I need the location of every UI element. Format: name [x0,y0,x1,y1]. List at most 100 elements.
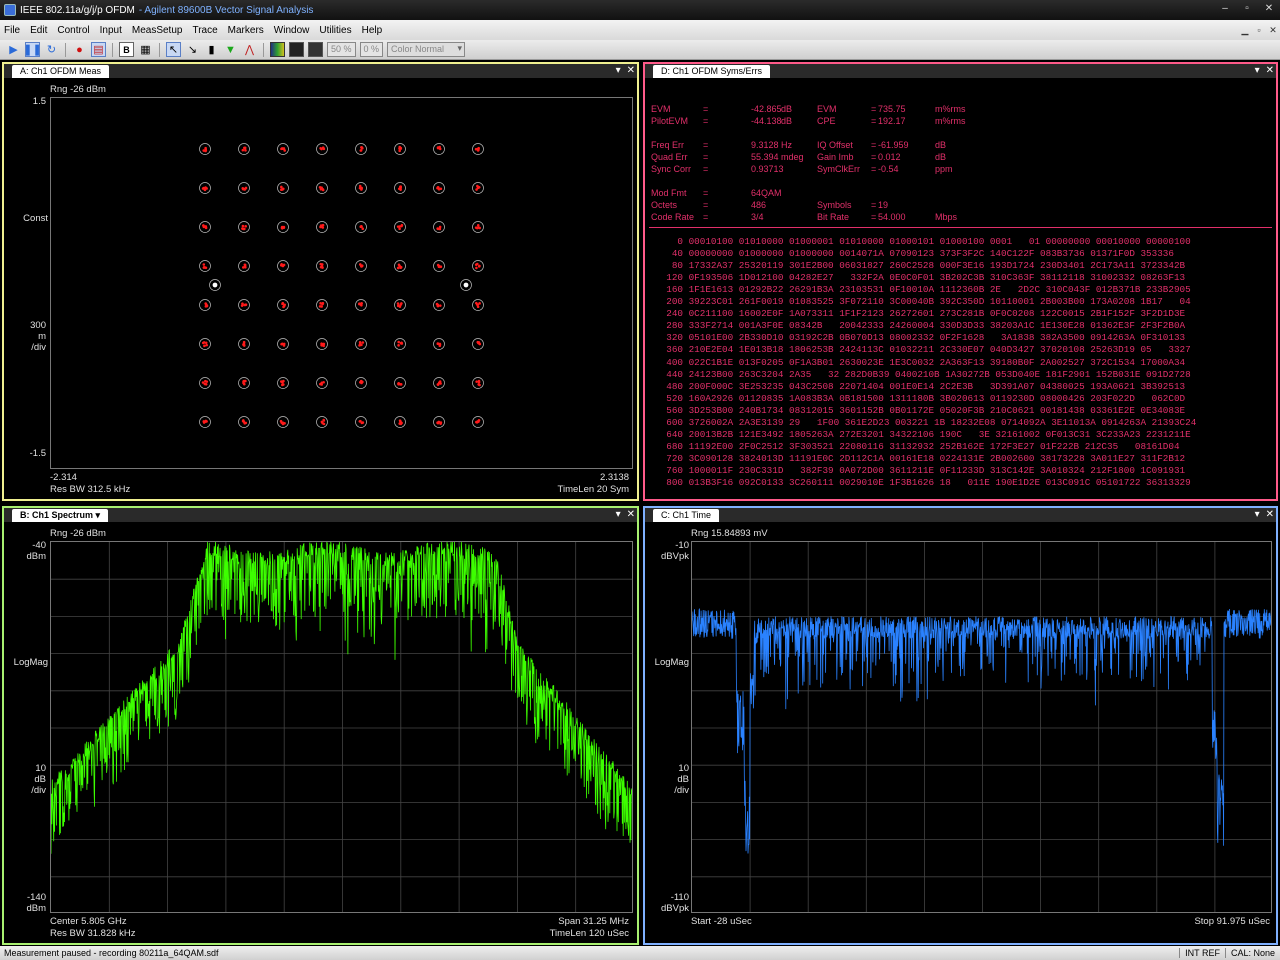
menu-control[interactable]: Control [52,25,94,36]
symbol-point [438,344,442,348]
symbol-point [400,342,404,345]
menu-window[interactable]: Window [269,25,315,36]
pane-d-close-icon[interactable]: ✕ [1266,64,1274,78]
time-plot[interactable] [691,541,1272,913]
decision-ring [394,377,406,389]
hex-row-values: 1F1E1613 01292B22 26291B3A 23103531 0F10… [683,284,1191,296]
marker-down-icon[interactable]: ▼ [223,42,238,57]
zoom-level-field[interactable]: 50 % [327,42,356,57]
symbol-point [202,266,206,269]
hex-row-offset: 680 [666,440,683,452]
marker-peak-icon[interactable]: ⋀ [242,42,257,57]
pane-c-time[interactable]: C: Ch1 Time ▾ ✕ Rng 15.84893 mV -10 dBVpk … [643,506,1278,945]
symbol-point [203,344,206,348]
pane-a-ofdm-meas[interactable]: A: Ch1 OFDM Meas ▾ ✕ Rng -26 dBm 1.5 Cons… [2,62,639,501]
symbol-point [438,304,442,307]
chevron-down-icon[interactable]: ▾ [96,510,101,520]
menu-bar: File Edit Control Input MeasSetup Trace … [0,20,1280,40]
menu-utilities[interactable]: Utilities [314,25,356,36]
summary-cell: Bit Rate [817,212,850,222]
summary-cell: = [871,164,877,174]
hex-row-values: 013B3F16 092C0133 3C260111 0029010E 1F3B… [683,477,1191,488]
symbol-point [244,149,247,152]
hex-row-offset: 240 [666,308,683,320]
pane-c-range: Rng 15.84893 mV [691,528,768,539]
play-icon[interactable]: ▶ [6,42,21,57]
restart-icon[interactable]: ↻ [44,42,59,57]
layout-grid-icon[interactable]: ▦ [138,42,153,57]
pane-a-close-icon[interactable]: ✕ [627,64,635,78]
symbol-point [282,383,285,386]
hex-row-offset: 120 [666,272,683,284]
close-button[interactable]: ✕ [1258,1,1280,19]
time-svg [692,542,1271,912]
pane-c-dropdown-icon[interactable]: ▾ [1255,508,1260,522]
hex-row-values: 20013B2B 121E3492 1805263A 272E3201 3432… [683,428,1191,440]
symbol-point [360,186,363,190]
pane-b-close-icon[interactable]: ✕ [627,508,635,522]
summary-cell: = [871,140,877,150]
mdi-close-icon[interactable]: ✕ [1266,25,1280,36]
toolbar: ▶ ❚❚ ↻ ● ▤ B ▦ ↖ ↘ ▮ ▼ ⋀ 50 % 0 % Color … [0,40,1280,60]
hex-table[interactable]: 0 00010100 01010000 01000001 01010000 01… [651,236,1271,491]
hex-row: 600 3726002A 2A3E3139 29 1F00 361E2D23 0… [651,417,1196,428]
color-scheme-select[interactable]: Color Normal [387,42,466,57]
pane-a-dropdown-icon[interactable]: ▾ [616,64,621,78]
pane-c-close-icon[interactable]: ✕ [1266,508,1274,522]
display-alt-icon[interactable] [308,42,323,57]
color-bars-icon[interactable] [270,42,285,57]
minimize-button[interactable]: – [1214,1,1236,19]
symbol-point [476,305,480,309]
symbol-point [242,419,245,422]
pane-d-dropdown-icon[interactable]: ▾ [1255,64,1260,78]
symbol-point [202,263,206,266]
tab-pane-c[interactable]: C: Ch1 Time [653,509,720,522]
menu-meassetup[interactable]: MeasSetup [127,25,188,36]
summary-cell: = [703,188,709,198]
pane-a-x-left: -2.314 [50,472,77,483]
bold-b-icon[interactable]: B [119,42,134,57]
symbol-point [321,226,325,229]
hex-row: 280 333F2714 001A3F0E 08342B 20042333 24… [651,320,1185,331]
symbol-point [360,264,364,267]
playback-icon[interactable]: ▤ [91,42,106,57]
spectrum-plot[interactable] [50,541,633,913]
mdi-minimize-icon[interactable]: ▁ [1238,25,1252,36]
pause-icon[interactable]: ❚❚ [23,42,42,57]
bar-icon[interactable]: ▮ [204,42,219,57]
pane-b-spectrum[interactable]: B: Ch1 Spectrum ▾ ▾ ✕ Rng -26 dBm -40 dBm … [2,506,639,945]
pointer-icon[interactable]: ↖ [166,42,181,57]
pane-c-start: Start -28 uSec [691,916,752,927]
summary-cell: Freq Err [651,140,685,150]
symbol-point [241,224,245,228]
tab-pane-b[interactable]: B: Ch1 Spectrum ▾ [12,509,109,522]
menu-input[interactable]: Input [95,25,127,36]
mdi-restore-icon[interactable]: ▫ [1252,25,1266,36]
constellation-plot[interactable] [50,97,633,469]
hex-row: 560 3D253B00 240B1734 08312015 3601152B … [651,405,1185,416]
hex-row: 760 1000011F 230C331D 382F39 0A072D00 36… [651,465,1185,476]
pane-b-dropdown-icon[interactable]: ▾ [616,508,621,522]
pane-d-syms-errs[interactable]: D: Ch1 OFDM Syms/Errs ▾ ✕ EVM = -42.865 dB EV… [643,62,1278,501]
symbol-point [201,187,205,190]
menu-trace[interactable]: Trace [187,25,222,36]
status-ref: INT REF [1179,948,1225,958]
restore-button[interactable]: ▫ [1236,1,1258,19]
summary-cell: dB [935,140,947,150]
tab-pane-d[interactable]: D: Ch1 OFDM Syms/Errs [653,65,771,78]
display-icon[interactable] [289,42,304,57]
summary-cell: dB [781,116,793,126]
menu-markers[interactable]: Markers [223,25,269,36]
decision-ring [238,221,250,233]
record-icon[interactable]: ● [72,42,87,57]
summary-cell: ppm [935,164,953,174]
symbol-point [241,148,245,152]
zoom-pointer-icon[interactable]: ↘ [185,42,200,57]
menu-edit[interactable]: Edit [25,25,52,36]
menu-file[interactable]: File [0,25,25,36]
hex-row-values: 39223C01 261F0019 01083525 3F072110 3C00… [683,296,1191,308]
menu-help[interactable]: Help [357,25,388,36]
zoom-offset-field[interactable]: 0 % [359,42,384,57]
tab-pane-a[interactable]: A: Ch1 OFDM Meas [12,65,110,78]
symbol-point [435,302,439,306]
